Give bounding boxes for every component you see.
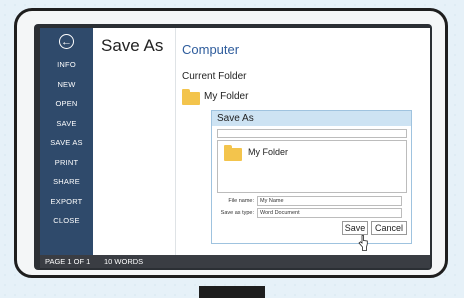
back-arrow-icon[interactable]: ← xyxy=(59,34,74,49)
page-title: Save As xyxy=(101,36,164,55)
word-count: 10 WORDS xyxy=(104,257,144,266)
folder-icon xyxy=(182,89,200,105)
file-name-field[interactable]: My Name xyxy=(257,196,402,206)
folder-icon xyxy=(224,145,242,161)
status-bar: PAGE 1 OF 1 10 WORDS xyxy=(40,255,430,268)
location-panel: Computer Current Folder My Folder Save A… xyxy=(176,28,430,255)
current-folder-name: My Folder xyxy=(204,91,249,102)
backstage-menu: INFO NEW OPEN SAVE SAVE AS PRINT SHARE E… xyxy=(40,55,93,231)
menu-item-export[interactable]: EXPORT xyxy=(40,192,93,212)
page-count: PAGE 1 OF 1 xyxy=(45,257,91,266)
menu-item-save[interactable]: SAVE xyxy=(40,114,93,134)
current-folder-heading: Current Folder xyxy=(182,71,247,82)
save-as-dialog: Save As My Folder File name: My Name Sav… xyxy=(211,110,412,251)
save-as-type-select[interactable]: Word Document xyxy=(257,208,402,218)
hand-cursor-icon xyxy=(358,235,368,251)
menu-item-new[interactable]: NEW xyxy=(40,75,93,95)
menu-item-open[interactable]: OPEN xyxy=(40,94,93,114)
monitor-stand xyxy=(199,286,265,298)
file-name-label: File name: xyxy=(228,198,254,204)
dialog-folder-name[interactable]: My Folder xyxy=(248,147,288,157)
menu-item-share[interactable]: SHARE xyxy=(40,172,93,192)
menu-item-info[interactable]: INFO xyxy=(40,55,93,75)
save-as-type-label: Save as type: xyxy=(220,210,254,216)
folder-pane: My Folder xyxy=(217,140,407,193)
dialog-title: Save As xyxy=(212,111,411,126)
menu-item-close[interactable]: CLOSE xyxy=(40,211,93,231)
save-button[interactable]: Save xyxy=(342,221,368,235)
menu-item-print[interactable]: PRINT xyxy=(40,153,93,173)
app-window: ← INFO NEW OPEN SAVE SAVE AS PRINT SHARE… xyxy=(40,28,430,268)
menu-item-save-as[interactable]: SAVE AS xyxy=(40,133,93,153)
backstage-sidebar: ← INFO NEW OPEN SAVE SAVE AS PRINT SHARE… xyxy=(40,28,93,255)
cancel-button[interactable]: Cancel xyxy=(371,221,407,235)
location-computer[interactable]: Computer xyxy=(182,42,239,57)
save-as-panel: Save As xyxy=(93,28,176,255)
address-bar[interactable] xyxy=(217,129,407,138)
